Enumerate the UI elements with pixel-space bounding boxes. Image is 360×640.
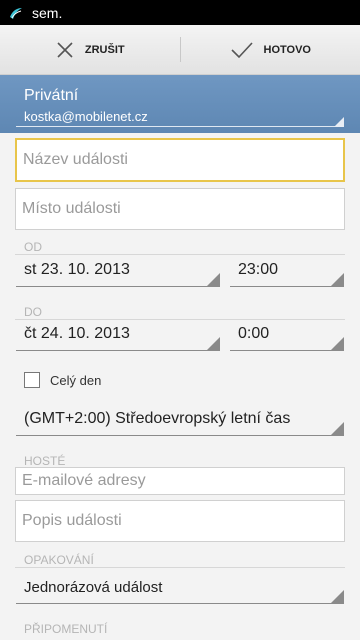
- account-selector[interactable]: Privátní kostka@mobilenet.cz: [0, 75, 360, 133]
- repeat-value: Jednorázová událost: [24, 578, 163, 596]
- start-date-spinner[interactable]: st 23. 10. 2013: [16, 253, 220, 287]
- event-location-placeholder: Místo události: [22, 200, 121, 217]
- event-location-input[interactable]: Místo události: [15, 188, 345, 230]
- guests-placeholder: E-mailové adresy: [22, 472, 146, 489]
- checkmark-icon: [230, 41, 253, 58]
- event-description-placeholder: Popis události: [22, 512, 122, 529]
- timezone-corner-icon: [330, 422, 344, 436]
- repeat-label: OPAKOVÁNÍ: [24, 553, 94, 567]
- cancel-button-label: ZRUŠIT: [84, 43, 125, 56]
- end-date-value: čt 24. 10. 2013: [24, 325, 130, 342]
- repeat-spinner[interactable]: Jednorázová událost: [16, 570, 344, 604]
- end-time-spinner[interactable]: 0:00: [230, 317, 344, 351]
- done-button-label: HOTOVO: [263, 43, 311, 56]
- cancel-button[interactable]: ZRUŠIT: [0, 25, 180, 74]
- all-day-row[interactable]: Celý den: [24, 372, 101, 388]
- start-time-value: 23:00: [238, 261, 279, 278]
- timezone-value: (GMT+2:00) Středoevropský letní čas: [24, 410, 291, 427]
- start-time-spinner[interactable]: 23:00: [230, 253, 344, 287]
- end-time-underline: [230, 350, 344, 351]
- dropdown-corner-icon: [334, 117, 344, 127]
- end-time-corner-icon: [330, 337, 344, 351]
- end-date-spinner[interactable]: čt 24. 10. 2013: [16, 317, 220, 351]
- event-description-input[interactable]: Popis události: [15, 500, 345, 542]
- start-date-underline: [16, 286, 220, 287]
- action-bar: ZRUŠIT HOTOVO: [0, 25, 360, 75]
- end-date-underline: [16, 350, 220, 351]
- close-icon: [57, 41, 73, 58]
- start-date-value: st 23. 10. 2013: [24, 261, 130, 278]
- repeat-divider: [15, 567, 345, 568]
- all-day-label: Celý den: [50, 372, 102, 388]
- end-time-value: 0:00: [238, 325, 270, 342]
- all-day-checkbox[interactable]: [24, 372, 40, 388]
- from-label: OD: [24, 240, 42, 254]
- account-email: kostka@mobilenet.cz: [24, 109, 148, 124]
- status-bar-text: sem.: [32, 4, 63, 21]
- event-title-placeholder: Název události: [23, 151, 128, 168]
- account-name: Privátní: [24, 87, 79, 104]
- start-time-corner-icon: [330, 273, 344, 287]
- reminders-label: PŘIPOMENUTÍ: [24, 622, 108, 636]
- guests-label: HOSTÉ: [24, 454, 66, 468]
- start-date-corner-icon: [206, 273, 220, 287]
- app-notification-icon: [10, 7, 22, 19]
- end-date-corner-icon: [206, 337, 220, 351]
- guests-input[interactable]: E-mailové adresy: [15, 467, 345, 495]
- status-bar: sem.: [0, 0, 360, 25]
- timezone-spinner[interactable]: (GMT+2:00) Středoevropský letní čas: [16, 402, 344, 436]
- start-time-underline: [230, 286, 344, 287]
- timezone-underline: [16, 435, 344, 436]
- done-button[interactable]: HOTOVO: [181, 25, 360, 74]
- event-title-input[interactable]: Název události: [15, 138, 345, 182]
- repeat-underline: [16, 603, 344, 604]
- repeat-corner-icon: [330, 590, 344, 604]
- account-underline: [16, 126, 344, 127]
